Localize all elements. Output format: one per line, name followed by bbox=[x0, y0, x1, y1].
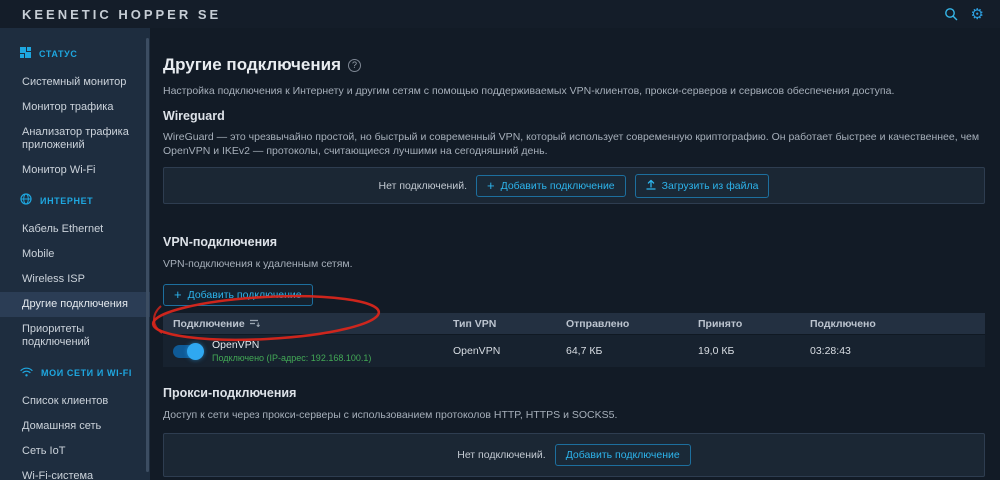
wireguard-empty-panel: Нет подключений. + Добавить подключение … bbox=[163, 167, 985, 204]
sidebar-item-wifi-monitor[interactable]: Монитор Wi-Fi bbox=[0, 158, 150, 183]
connection-status: Подключено (IP-адрес: 192.168.100.1) bbox=[212, 353, 371, 363]
wireguard-add-connection-button[interactable]: + Добавить подключение bbox=[476, 175, 626, 197]
column-header-connected[interactable]: Подключено bbox=[800, 318, 985, 330]
vpn-type-cell: OpenVPN bbox=[443, 345, 556, 357]
table-header-row: Подключение Тип VPN Отправлено Принято П… bbox=[163, 313, 985, 334]
vpn-description: VPN-подключения к удаленным сетям. bbox=[163, 257, 985, 271]
sidebar-item-client-list[interactable]: Список клиентов bbox=[0, 389, 150, 414]
globe-icon bbox=[20, 192, 32, 210]
topbar-icons: ⚙ bbox=[944, 7, 984, 22]
sort-icon[interactable] bbox=[250, 318, 260, 330]
sidebar-item-iot-network[interactable]: Сеть IoT bbox=[0, 439, 150, 464]
proxy-empty-text: Нет подключений. bbox=[457, 449, 545, 461]
plus-icon: + bbox=[174, 290, 182, 300]
button-label: Добавить подключение bbox=[566, 449, 680, 461]
keenetic-admin-app: KEENETIC HOPPER SE ⚙ СТАТУС Системный мо… bbox=[0, 0, 1000, 480]
sidebar-section-internet[interactable]: ИНТЕРНЕТ bbox=[0, 183, 150, 217]
sidebar-item-wireless-isp[interactable]: Wireless ISP bbox=[0, 267, 150, 292]
vpn-add-connection-button[interactable]: + Добавить подключение bbox=[163, 284, 313, 306]
sidebar-section-label: МОИ СЕТИ И WI-FI bbox=[41, 368, 132, 378]
button-label: Загрузить из файла bbox=[662, 180, 759, 192]
wireguard-description: WireGuard — это чрезвычайно простой, но … bbox=[163, 130, 985, 158]
plus-icon: + bbox=[487, 181, 495, 191]
vpn-connections-table: Подключение Тип VPN Отправлено Принято П… bbox=[163, 313, 985, 367]
sidebar-item-home-network[interactable]: Домашняя сеть bbox=[0, 414, 150, 439]
dashboard-grid-icon bbox=[20, 45, 31, 63]
sidebar-item-traffic-monitor[interactable]: Монитор трафика bbox=[0, 95, 150, 120]
proxy-empty-panel: Нет подключений. Добавить подключение bbox=[163, 433, 985, 477]
button-label: Добавить подключение bbox=[188, 289, 302, 301]
toggle-knob bbox=[187, 343, 204, 360]
help-icon[interactable]: ? bbox=[348, 59, 361, 72]
page-description: Настройка подключения к Интернету и друг… bbox=[163, 84, 985, 98]
connection-enabled-toggle[interactable] bbox=[173, 345, 202, 358]
brand-logo: KEENETIC HOPPER SE bbox=[22, 7, 221, 22]
sidebar-item-wifi-system[interactable]: Wi-Fi-система bbox=[0, 464, 150, 480]
connection-name[interactable]: OpenVPN bbox=[212, 339, 371, 351]
sidebar-item-app-traffic-analyzer[interactable]: Анализатор трафика приложений bbox=[0, 120, 150, 158]
sidebar-section-label: СТАТУС bbox=[39, 49, 77, 59]
sidebar-item-ethernet-cable[interactable]: Кабель Ethernet bbox=[0, 217, 150, 242]
sidebar-scrollbar[interactable] bbox=[146, 38, 149, 472]
column-header-received[interactable]: Принято bbox=[688, 318, 800, 330]
upload-icon bbox=[646, 179, 656, 193]
column-header-vpn-type[interactable]: Тип VPN bbox=[443, 318, 556, 330]
sidebar-section-my-networks[interactable]: МОИ СЕТИ И WI-FI bbox=[0, 355, 150, 389]
sidebar-item-system-monitor[interactable]: Системный монитор bbox=[0, 70, 150, 95]
connection-cell: OpenVPN Подключено (IP-адрес: 192.168.10… bbox=[163, 339, 443, 363]
connection-name-block: OpenVPN Подключено (IP-адрес: 192.168.10… bbox=[212, 339, 371, 363]
sidebar-item-mobile[interactable]: Mobile bbox=[0, 242, 150, 267]
column-header-connection[interactable]: Подключение bbox=[163, 318, 443, 330]
sidebar-section-label: ИНТЕРНЕТ bbox=[40, 196, 93, 206]
sidebar-item-other-connections[interactable]: Другие подключения bbox=[0, 292, 150, 317]
main-content: Другие подключения ? Настройка подключен… bbox=[150, 28, 1000, 480]
received-cell: 19,0 КБ bbox=[688, 345, 800, 357]
column-label: Подключение bbox=[173, 318, 245, 330]
wireguard-upload-file-button[interactable]: Загрузить из файла bbox=[635, 174, 770, 198]
proxy-add-connection-button[interactable]: Добавить подключение bbox=[555, 444, 691, 466]
button-label: Добавить подключение bbox=[501, 180, 615, 192]
wireguard-section-title: Wireguard bbox=[163, 109, 985, 123]
wifi-icon bbox=[20, 364, 33, 382]
column-header-sent[interactable]: Отправлено bbox=[556, 318, 688, 330]
proxy-section-title: Прокси-подключения bbox=[163, 386, 985, 400]
table-row[interactable]: OpenVPN Подключено (IP-адрес: 192.168.10… bbox=[163, 334, 985, 367]
topbar: KEENETIC HOPPER SE ⚙ bbox=[0, 0, 1000, 28]
sidebar-section-status[interactable]: СТАТУС bbox=[0, 36, 150, 70]
proxy-description: Доступ к сети через прокси-серверы с исп… bbox=[163, 408, 985, 422]
search-icon[interactable] bbox=[944, 7, 958, 21]
sidebar-item-connection-priorities[interactable]: Приоритеты подключений bbox=[0, 317, 150, 355]
page-title: Другие подключения bbox=[163, 55, 341, 75]
wireguard-empty-text: Нет подключений. bbox=[379, 180, 467, 192]
gear-icon[interactable]: ⚙ bbox=[971, 7, 984, 22]
sent-cell: 64,7 КБ bbox=[556, 345, 688, 357]
page-title-row: Другие подключения ? bbox=[163, 55, 985, 75]
connected-time-cell: 03:28:43 bbox=[800, 345, 985, 357]
vpn-section-title: VPN-подключения bbox=[163, 235, 985, 249]
sidebar: СТАТУС Системный монитор Монитор трафика… bbox=[0, 28, 150, 480]
